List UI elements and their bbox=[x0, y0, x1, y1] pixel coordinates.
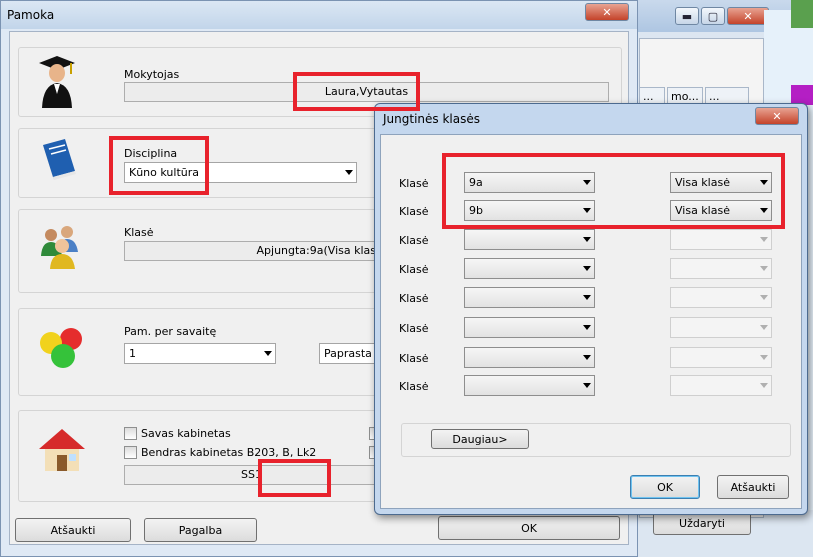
more-button[interactable]: Daugiau> bbox=[431, 429, 529, 449]
class-part-select[interactable] bbox=[670, 229, 772, 250]
dialog-ok-button[interactable]: OK bbox=[630, 475, 700, 499]
class-part-select[interactable] bbox=[670, 258, 772, 279]
class-part-select[interactable] bbox=[670, 347, 772, 368]
class-row-label: Klasė bbox=[399, 322, 429, 335]
class-row-label: Klasė bbox=[399, 205, 429, 218]
chevron-down-icon bbox=[760, 355, 768, 360]
class-row-label: Klasė bbox=[399, 352, 429, 365]
maximize-icon: ▢ bbox=[707, 9, 719, 23]
class-part-select[interactable] bbox=[670, 287, 772, 308]
class-row-label: Klasė bbox=[399, 263, 429, 276]
class-select[interactable] bbox=[464, 347, 595, 368]
hours-label: Pam. per savaitę bbox=[124, 325, 217, 338]
highlight-teacher bbox=[293, 72, 420, 111]
class-select[interactable] bbox=[464, 317, 595, 338]
class-row-label: Klasė bbox=[399, 234, 429, 247]
maximize-button[interactable]: ▢ bbox=[701, 7, 725, 25]
close-icon: ✕ bbox=[772, 109, 782, 123]
chevron-down-icon bbox=[345, 170, 353, 175]
class-select[interactable] bbox=[464, 258, 595, 279]
cancel-button[interactable]: Atšaukti bbox=[15, 518, 131, 542]
class-field[interactable]: Apjungta:9a(Visa klas bbox=[124, 241, 379, 261]
highlight-subject bbox=[109, 136, 209, 195]
lesson-type-value: Paprasta bbox=[324, 347, 372, 360]
background-close-button[interactable]: ✕ bbox=[727, 7, 769, 25]
teacher-label: Mokytojas bbox=[124, 68, 180, 81]
class-select[interactable] bbox=[464, 229, 595, 250]
help-button[interactable]: Pagalba bbox=[144, 518, 257, 542]
chevron-down-icon bbox=[760, 383, 768, 388]
graduate-icon bbox=[39, 56, 75, 108]
dialog-cancel-button[interactable]: Atšaukti bbox=[717, 475, 789, 499]
lesson-close-button[interactable]: ✕ bbox=[585, 3, 629, 21]
ok-button[interactable]: OK bbox=[438, 516, 620, 540]
book-icon bbox=[43, 139, 76, 180]
highlight-combined-classes bbox=[442, 153, 785, 229]
lesson-window-titlebar: Pamoka ✕ bbox=[1, 1, 637, 29]
people-icon bbox=[41, 226, 78, 269]
shared-room-label: Bendras kabinetas B203, B, Lk2 bbox=[141, 446, 317, 459]
chevron-down-icon bbox=[760, 325, 768, 330]
class-part-select[interactable] bbox=[670, 317, 772, 338]
dialog-title: Jungtinės klasės bbox=[383, 112, 480, 126]
chevron-down-icon bbox=[583, 355, 591, 360]
chevron-down-icon bbox=[760, 237, 768, 242]
class-row-label: Klasė bbox=[399, 177, 429, 190]
own-room-label: Savas kabinetas bbox=[141, 427, 231, 440]
highlight-room bbox=[258, 459, 331, 497]
chevron-down-icon bbox=[583, 266, 591, 271]
chevron-down-icon bbox=[264, 351, 272, 356]
dialog-close-button[interactable]: ✕ bbox=[755, 107, 799, 125]
close-icon: ✕ bbox=[602, 5, 612, 19]
balls-icon bbox=[40, 328, 82, 368]
chevron-down-icon bbox=[583, 295, 591, 300]
color-cell bbox=[791, 0, 813, 28]
chevron-down-icon bbox=[760, 266, 768, 271]
hours-select[interactable]: 1 bbox=[124, 343, 276, 364]
close-icon: ✕ bbox=[743, 9, 753, 23]
class-row-label: Klasė bbox=[399, 292, 429, 305]
room-field[interactable]: SS1 bbox=[124, 465, 379, 485]
class-select[interactable] bbox=[464, 287, 595, 308]
chevron-down-icon bbox=[583, 237, 591, 242]
shared-room-checkbox[interactable] bbox=[124, 446, 137, 459]
chevron-down-icon bbox=[760, 295, 768, 300]
class-row-label: Klasė bbox=[399, 380, 429, 393]
minimize-icon: ▬ bbox=[681, 9, 693, 23]
class-select[interactable] bbox=[464, 375, 595, 396]
class-label: Klasė bbox=[124, 226, 154, 239]
window-title: Pamoka bbox=[7, 8, 55, 22]
color-cell bbox=[791, 85, 813, 105]
class-part-select[interactable] bbox=[670, 375, 772, 396]
chevron-down-icon bbox=[583, 383, 591, 388]
chevron-down-icon bbox=[583, 325, 591, 330]
minimize-button[interactable]: ▬ bbox=[675, 7, 699, 25]
hours-value: 1 bbox=[129, 347, 136, 360]
own-room-checkbox[interactable] bbox=[124, 427, 137, 440]
house-icon bbox=[39, 429, 85, 471]
